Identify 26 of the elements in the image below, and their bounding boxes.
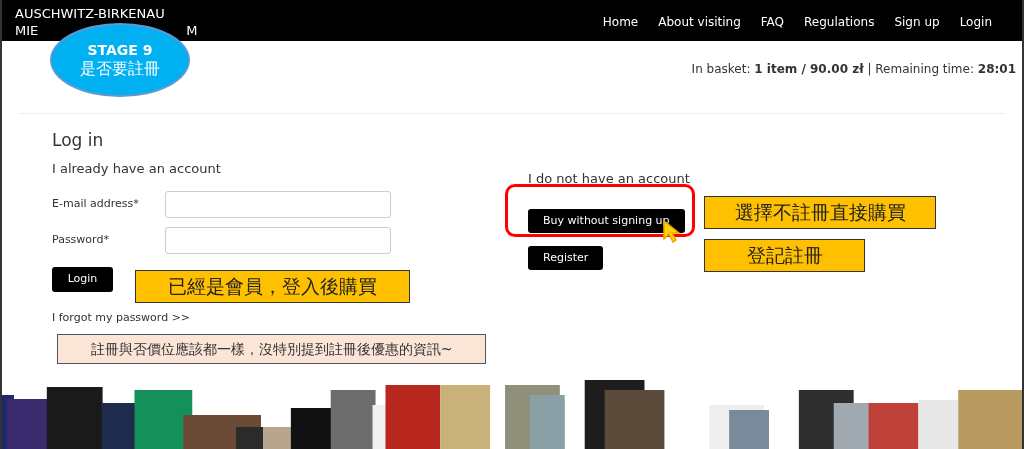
annotation-note: 登記註冊 <box>704 239 865 272</box>
nav-link[interactable]: Regulations <box>804 13 875 31</box>
field-label: E-mail address* <box>52 196 140 213</box>
nav-link[interactable]: About visiting <box>658 13 741 31</box>
site-logo-text[interactable]: MIE <box>15 22 39 39</box>
site-logo-text[interactable]: M <box>186 22 198 39</box>
section-heading: I already have an account <box>52 160 222 178</box>
nav-link[interactable]: Login <box>959 13 992 31</box>
forgot-password-link[interactable]: I forgot my password >> <box>52 310 528 327</box>
annotation-note: 註冊與否價位應該都一樣，沒特別提到註冊後優惠的資訊~ <box>57 334 486 364</box>
annotation-note: 已經是會員，登入後購買 <box>135 270 410 303</box>
input-field[interactable] <box>165 191 391 218</box>
basket-status: In basket: 1 item / 90.00 zł | Remaining time: 28:01 <box>691 61 1016 78</box>
site-logo-text[interactable]: AUSCHWITZ-BIRKENAU <box>15 5 198 22</box>
section-heading: I do not have an account <box>528 170 690 188</box>
annotation-note: 選擇不註冊直接購買 <box>704 196 936 229</box>
nav-link[interactable]: FAQ <box>760 13 785 31</box>
login-button[interactable]: Login <box>52 267 113 292</box>
register-button[interactable]: Register <box>528 246 604 270</box>
field-label: Password* <box>52 232 110 249</box>
page-title: Log in <box>52 129 105 152</box>
nav-link[interactable]: Home <box>602 13 639 31</box>
input-field[interactable] <box>165 227 391 254</box>
stage-subtitle: 是否要註冊 <box>80 59 160 79</box>
nav-link[interactable]: Sign up <box>894 13 940 31</box>
stage-title: STAGE 9 <box>87 41 153 59</box>
